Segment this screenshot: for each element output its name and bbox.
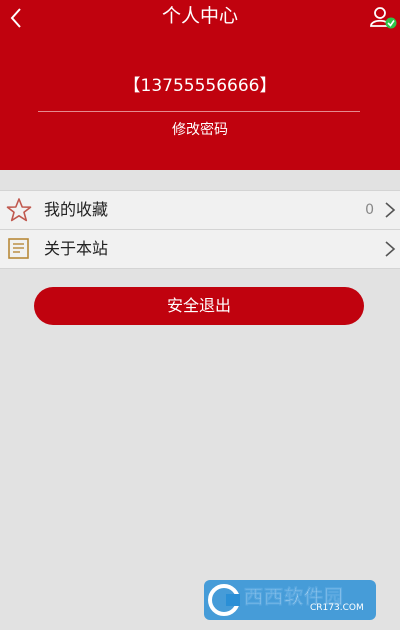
- user-account-button[interactable]: [368, 4, 398, 30]
- user-verified-icon: [370, 7, 397, 29]
- watermark-logo: 西西软件园 CR173.COM: [200, 578, 380, 622]
- profile-header: 个人中心 【13755556666】 修改密码: [0, 0, 400, 170]
- note-icon: [8, 238, 29, 259]
- menu-item-label: 关于本站: [44, 239, 109, 258]
- logout-button[interactable]: 安全退出: [34, 287, 364, 325]
- favorites-count: 0: [365, 202, 374, 218]
- phone-number: 【13755556666】: [123, 76, 277, 96]
- chevron-right-icon: [385, 241, 396, 257]
- watermark-url: CR173.COM: [310, 603, 364, 613]
- header-divider: [38, 111, 360, 112]
- chevron-right-icon: [385, 202, 396, 218]
- menu-item-about[interactable]: 关于本站: [0, 230, 400, 269]
- change-password-link[interactable]: 修改密码: [150, 120, 250, 140]
- star-icon: [6, 198, 32, 222]
- menu-item-favorites[interactable]: 我的收藏 0: [0, 190, 400, 230]
- page-title: 个人中心: [161, 5, 238, 27]
- menu-item-label: 我的收藏: [44, 200, 109, 219]
- menu-list: 我的收藏 0 关于本站: [0, 190, 400, 269]
